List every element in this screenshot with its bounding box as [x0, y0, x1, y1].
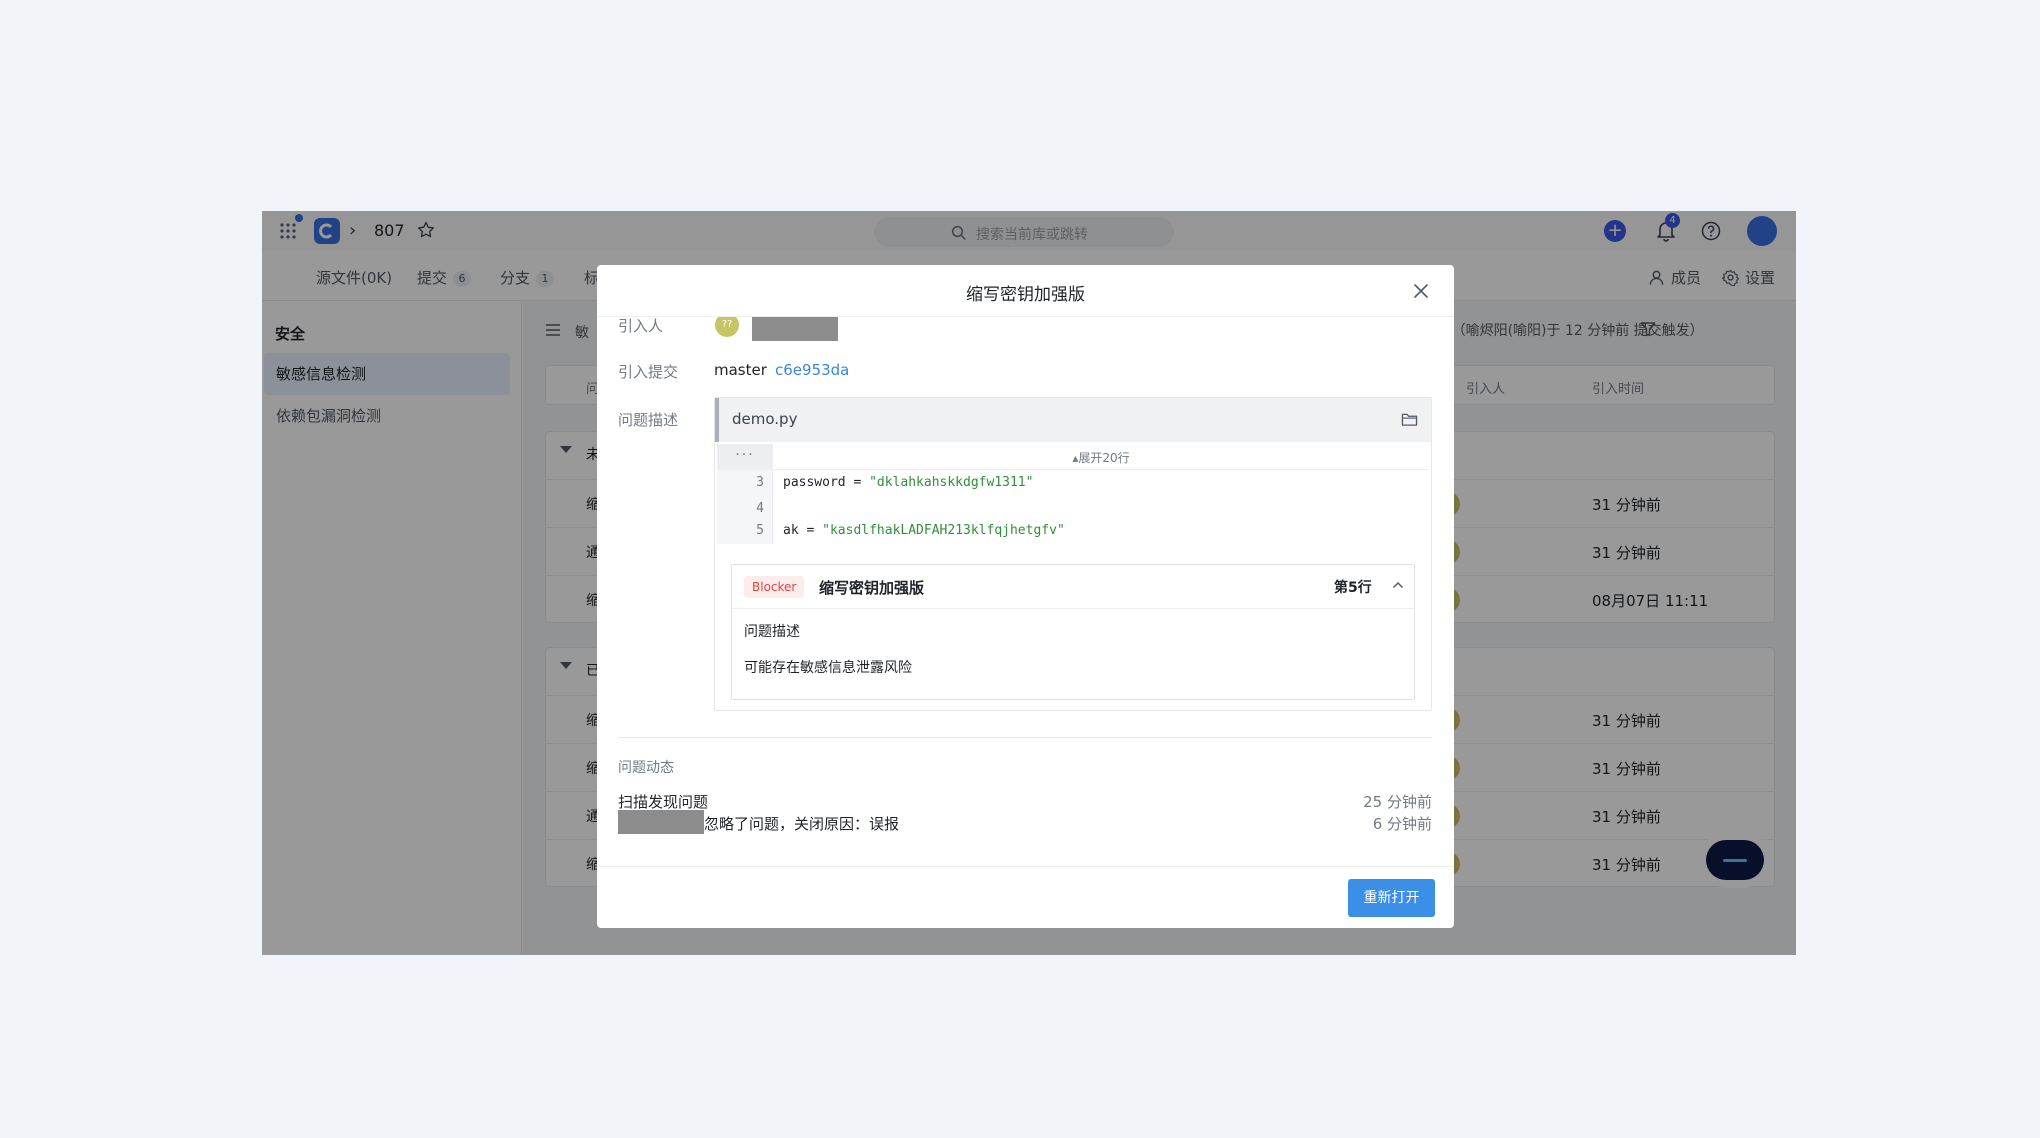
code-line: 3 password = "dklahkahskkdgfw1311"	[717, 470, 1429, 496]
issue-line-number: 第5行	[1334, 580, 1372, 596]
close-icon[interactable]	[1412, 282, 1430, 300]
description-label: 问题描述	[618, 411, 679, 429]
expand-lines-label[interactable]: ▴展开20行	[773, 449, 1429, 466]
activity-title: 问题动态	[618, 760, 674, 776]
activity-item-text: 扫描发现问题	[618, 793, 709, 811]
code-snippet-card: demo.py ··· ▴展开20行 3 password = "dklahka…	[714, 397, 1432, 711]
modal-header: 缩写密钥加强版	[597, 265, 1454, 317]
redacted-user-name	[618, 810, 704, 834]
activity-item-time: 25 分钟前	[1363, 793, 1432, 811]
reopen-button[interactable]: 重新打开	[1348, 879, 1435, 917]
avatar: ??	[715, 317, 739, 337]
more-icon: ···	[717, 444, 773, 469]
issue-card-header[interactable]: Blocker 缩写密钥加强版 第5行	[732, 565, 1414, 609]
introducer-label: 引入人	[618, 317, 664, 335]
severity-badge: Blocker	[744, 576, 805, 598]
modal-footer: 重新打开	[597, 866, 1454, 928]
activity-item-time: 6 分钟前	[1372, 815, 1432, 833]
modal-body: 引入人 ?? 引入提交 master c6e953da 问题描述 demo.py…	[597, 317, 1454, 858]
issue-title: 缩写密钥加强版	[819, 579, 925, 597]
redacted-introducer-name	[752, 317, 838, 341]
commit-label: 引入提交	[618, 363, 679, 381]
branch-name: master	[714, 361, 767, 379]
issue-card: Blocker 缩写密钥加强版 第5行 问题描述 可能存在敏感信息泄露风险	[731, 564, 1415, 700]
chevron-up-icon[interactable]	[1392, 581, 1404, 589]
divider	[618, 737, 1432, 738]
code-line: 5 ak = "kasdlfhakLADFAH213klfqjhetgfv"	[717, 518, 1429, 544]
file-header: demo.py	[715, 398, 1431, 442]
file-name[interactable]: demo.py	[732, 410, 797, 428]
issue-description: 可能存在敏感信息泄露风险	[744, 660, 912, 676]
activity-item-text: 忽略了问题，关闭原因：误报	[704, 815, 900, 833]
issue-detail-modal: 缩写密钥加强版 引入人 ?? 引入提交 master c6e953da 问题描述…	[597, 265, 1454, 928]
folder-icon[interactable]	[1401, 412, 1418, 427]
commit-hash-link[interactable]: c6e953da	[775, 361, 849, 379]
modal-title: 缩写密钥加强版	[966, 285, 1085, 305]
expand-lines-row[interactable]: ··· ▴展开20行	[717, 444, 1429, 470]
issue-subtitle: 问题描述	[744, 624, 800, 640]
